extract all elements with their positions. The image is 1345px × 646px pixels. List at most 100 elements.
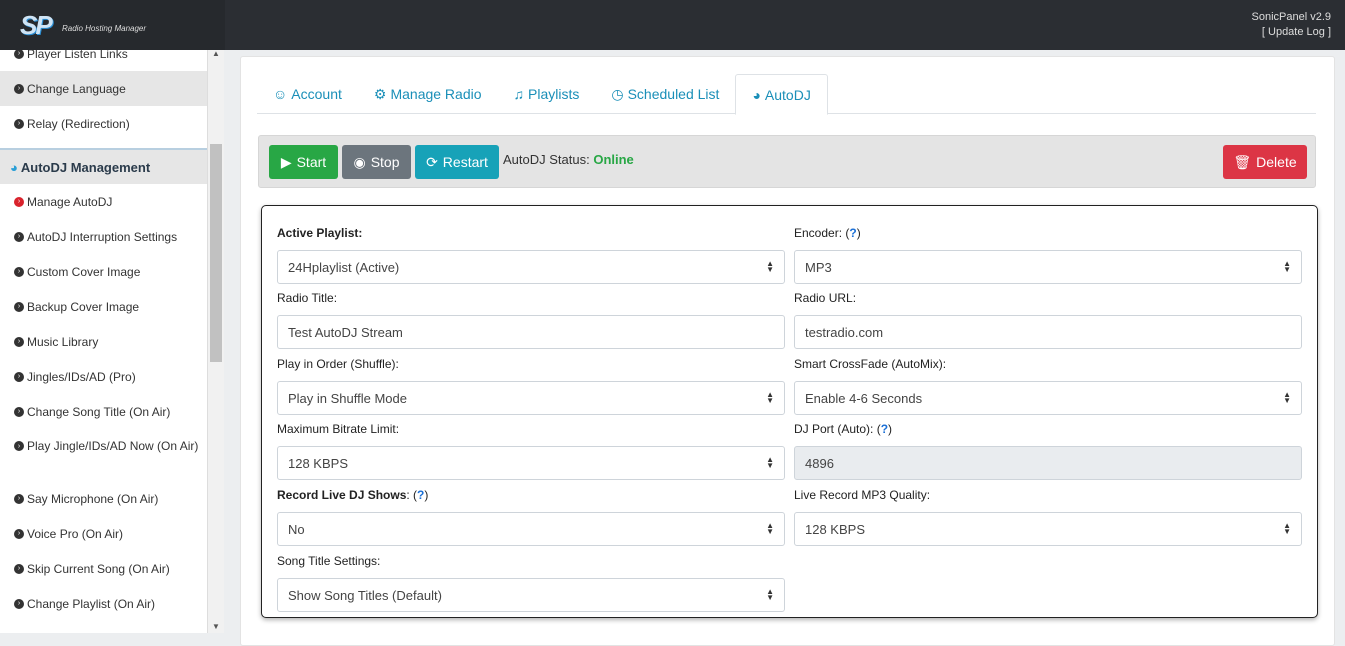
chevron-circle-right-icon: › (14, 493, 24, 504)
music-icon: ♫ (513, 86, 525, 102)
chevron-circle-right-icon: › (14, 118, 24, 129)
tab-label: Scheduled List (627, 86, 720, 102)
chevron-circle-right-icon: › (14, 528, 24, 539)
select-arrows-icon: ▲ ▼ (1283, 259, 1291, 274)
sidebar-item-interruption[interactable]: › AutoDJ Interruption Settings (0, 219, 207, 254)
max-bitrate-field: Maximum Bitrate Limit: 128 KBPS ▲ ▼ (277, 422, 785, 480)
crossfade-select[interactable]: Enable 4-6 Seconds ▲ ▼ (794, 381, 1302, 415)
chevron-circle-right-icon: › (14, 196, 24, 207)
dj-port-input: 4896 (794, 446, 1302, 480)
tab-scheduled-list[interactable]: ◷ Scheduled List (595, 74, 735, 114)
stop-button[interactable]: ◉ Stop (342, 145, 411, 179)
field-label: Encoder: (?) (794, 226, 861, 240)
start-button[interactable]: ▶ Start (269, 145, 338, 179)
chevron-circle-right-icon: › (14, 50, 24, 59)
autodj-status: AutoDJ Status: Online (503, 152, 634, 167)
sidebar-item-say-microphone[interactable]: › Say Microphone (On Air) (0, 481, 207, 516)
field-label: Play in Order (Shuffle): (277, 357, 399, 371)
trash-icon: 🗑 (1233, 153, 1252, 170)
tab-manage-radio[interactable]: ⚙ Manage Radio (358, 74, 498, 114)
sidebar-item-backup-cover[interactable]: › Backup Cover Image (0, 289, 207, 324)
sidebar-item-relay[interactable]: › Relay (Redirection) (0, 106, 207, 141)
tab-playlists[interactable]: ♫ Playlists (498, 74, 596, 114)
sidebar-item-label: Voice Pro (On Air) (27, 526, 124, 541)
radio-url-field: Radio URL: testradio.com (794, 291, 1302, 349)
sidebar-scrollbar[interactable]: ▲ ▼ (208, 49, 224, 633)
scroll-up-icon[interactable]: ▲ (212, 49, 220, 58)
help-icon[interactable]: ? (881, 422, 888, 436)
delete-button[interactable]: 🗑 Delete (1223, 145, 1307, 179)
sidebar-item-player-listen-links[interactable]: › Player Listen Links (0, 50, 207, 71)
sidebar-item-label: Change Song Title (On Air) (27, 404, 171, 419)
sidebar-item-label: Play Jingle/IDs/AD Now (On Air) (27, 439, 199, 453)
active-playlist-select[interactable]: 24Hplaylist (Active) ▲ ▼ (277, 250, 785, 284)
input-value: testradio.com (805, 324, 884, 340)
record-live-select[interactable]: No ▲ ▼ (277, 512, 785, 546)
chevron-circle-right-icon: › (14, 406, 24, 417)
active-playlist-field: Active Playlist: 24Hplaylist (Active) ▲ ▼ (277, 226, 785, 284)
select-arrows-icon: ▲ ▼ (766, 259, 774, 274)
sidebar-item-jingles[interactable]: › Jingles/IDs/AD (Pro) (0, 359, 207, 394)
field-label: Live Record MP3 Quality: (794, 488, 931, 502)
sidebar-item-label: Backup Cover Image (27, 299, 140, 314)
tab-label: Account (291, 86, 342, 102)
sidebar-item-voice-pro[interactable]: › Voice Pro (On Air) (0, 516, 207, 551)
crossfade-field: Smart CrossFade (AutoMix): Enable 4-6 Sec… (794, 357, 1302, 415)
tab-autodj[interactable]: ◕ AutoDJ (735, 74, 828, 115)
scroll-down-icon[interactable]: ▼ (212, 622, 220, 631)
sidebar-item-play-jingle-now[interactable]: › Play Jingle/IDs/AD Now (On Air) (0, 429, 207, 481)
sidebar-item-change-playlist[interactable]: › Change Playlist (On Air) (0, 586, 207, 621)
tab-label: Playlists (528, 86, 580, 102)
sidebar-section-autodj[interactable]: ◕ AutoDJ Management (0, 148, 207, 184)
scrollbar-thumb[interactable] (210, 144, 222, 362)
select-value: 128 KBPS (805, 521, 865, 537)
refresh-icon: ⟳ (426, 153, 438, 170)
radio-title-field: Radio Title: Test AutoDJ Stream (277, 291, 785, 349)
field-label: Maximum Bitrate Limit: (277, 422, 400, 436)
sidebar-item-label: Manage AutoDJ (27, 194, 113, 209)
user-circle-icon: ☺ (273, 86, 288, 102)
select-arrows-icon: ▲ ▼ (766, 455, 774, 470)
stop-circle-icon: ◉ (353, 153, 366, 170)
tab-account[interactable]: ☺ Account (257, 74, 358, 114)
sidebar-item-custom-cover[interactable]: › Custom Cover Image (0, 254, 207, 289)
record-quality-select[interactable]: 128 KBPS ▲ ▼ (794, 512, 1302, 546)
sidebar-item-label: Say Microphone (On Air) (27, 491, 159, 506)
sidebar-item-change-language[interactable]: › Change Language (0, 71, 207, 106)
select-arrows-icon: ▲ ▼ (766, 587, 774, 602)
field-label: Record Live DJ Shows: (?) (277, 488, 429, 502)
chevron-circle-right-icon: › (14, 598, 24, 609)
play-icon: ▶ (280, 153, 292, 170)
sidebar-item-skip-song[interactable]: › Skip Current Song (On Air) (0, 551, 207, 586)
radio-title-input[interactable]: Test AutoDJ Stream (277, 315, 785, 349)
sidebar-item-label: Change Language (27, 81, 126, 96)
field-label: Active Playlist: (277, 226, 363, 240)
version-text: SonicPanel v2.9 (1251, 11, 1332, 23)
sidebar-section-label: AutoDJ Management (20, 159, 151, 175)
song-title-select[interactable]: Show Song Titles (Default) ▲ ▼ (277, 578, 785, 612)
select-value: 128 KBPS (288, 455, 348, 471)
dj-port-field: DJ Port (Auto): (?) 4896 (794, 422, 1302, 480)
max-bitrate-select[interactable]: 128 KBPS ▲ ▼ (277, 446, 785, 480)
tab-bar: ☺ Account ⚙ Manage Radio ♫ Playlists ◷ Sched… (257, 74, 1316, 115)
sidebar-item-label: Jingles/IDs/AD (Pro) (27, 369, 136, 384)
select-value: Enable 4-6 Seconds (805, 390, 923, 406)
logo[interactable]: SP Radio Hosting Manager (0, 0, 225, 50)
encoder-select[interactable]: MP3 ▲ ▼ (794, 250, 1302, 284)
chevron-circle-right-icon: › (14, 563, 24, 574)
sidebar-item-manage-autodj[interactable]: › Manage AutoDJ (0, 184, 207, 219)
field-label: Smart CrossFade (AutoMix): (794, 357, 947, 371)
help-icon[interactable]: ? (849, 226, 856, 240)
logo-subtitle: Radio Hosting Manager (62, 24, 147, 33)
headphones-icon: ◕ (10, 159, 18, 175)
sidebar-item-label: Player Listen Links (27, 50, 128, 61)
radio-url-input[interactable]: testradio.com (794, 315, 1302, 349)
play-order-select[interactable]: Play in Shuffle Mode ▲ ▼ (277, 381, 785, 415)
chevron-circle-right-icon: › (14, 231, 24, 242)
sidebar-item-change-song-title[interactable]: › Change Song Title (On Air) (0, 394, 207, 429)
update-log-link[interactable]: [ Update Log ] (1252, 25, 1331, 40)
sidebar-item-music-library[interactable]: › Music Library (0, 324, 207, 359)
sidebar-item-label: Skip Current Song (On Air) (27, 561, 170, 576)
restart-button[interactable]: ⟳ Restart (415, 145, 499, 179)
help-icon[interactable]: ? (417, 488, 424, 502)
